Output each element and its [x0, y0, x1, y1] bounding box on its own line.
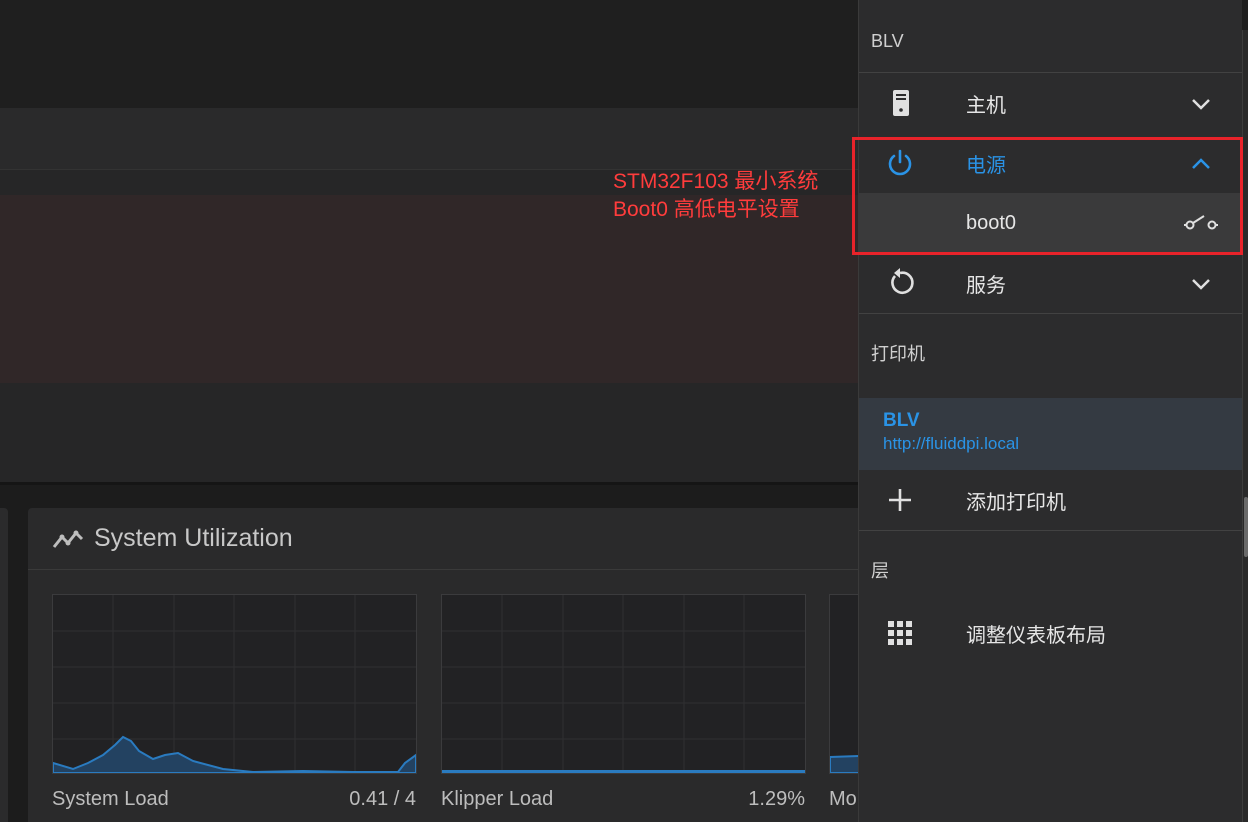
plus-icon — [889, 489, 911, 511]
app-root: System Utilization System Load 0.41 / 4 — [0, 0, 1248, 822]
system-utilization-card: System Utilization System Load 0.41 / 4 — [28, 508, 889, 822]
card-title: System Utilization — [94, 524, 293, 552]
section-header-printers: 打印机 — [871, 344, 925, 364]
scrollbar-thumb[interactable] — [1244, 497, 1248, 557]
section-header-host: BLV — [871, 31, 904, 51]
toolbar-strip — [0, 108, 860, 170]
section-header-layout: 层 — [871, 561, 889, 581]
card-header: System Utilization — [28, 508, 868, 570]
annotation-note: STM32F103 最小系统 Boot0 高低电平设置 — [613, 168, 818, 224]
server-icon — [893, 90, 909, 116]
printer-name: BLV — [883, 410, 920, 431]
grid-icon — [888, 621, 912, 645]
nav-item-host[interactable]: 主机 — [859, 73, 1242, 133]
adjust-layout-label: 调整仪表板布局 — [966, 624, 1106, 647]
memory-label: Mo — [829, 788, 857, 810]
nav-item-host-label: 主机 — [966, 94, 1006, 117]
restart-icon — [891, 268, 914, 294]
app-bar — [0, 0, 860, 108]
add-printer-button[interactable]: 添加打印机 — [859, 470, 1242, 530]
nav-drawer: BLV 主机 电源 boot0 服务 打印机 BLV http://fluidd… — [858, 0, 1242, 822]
nav-item-services-label: 服务 — [966, 274, 1006, 297]
add-printer-label: 添加打印机 — [966, 491, 1066, 514]
adjust-layout-button[interactable]: 调整仪表板布局 — [859, 603, 1242, 663]
printer-url: http://fluiddpi.local — [883, 434, 1020, 453]
klipper-load-plot — [441, 595, 806, 774]
system-load-value: 0.41 / 4 — [349, 788, 416, 810]
annotation-highlight-box — [852, 137, 1243, 255]
chart-line-icon — [52, 530, 84, 548]
klipper-load-value: 1.29% — [748, 788, 805, 810]
klipper-load-graph — [441, 594, 806, 774]
card-edge — [0, 508, 8, 822]
chevron-down-icon — [1192, 279, 1210, 290]
nav-item-services[interactable]: 服务 — [859, 253, 1242, 313]
annotation-line-1: STM32F103 最小系统 — [613, 170, 819, 193]
system-load-graph — [52, 594, 417, 774]
system-load-plot — [52, 595, 417, 774]
system-load-label: System Load — [52, 788, 169, 810]
klipper-load-label: Klipper Load — [441, 788, 554, 810]
printer-entry-blv[interactable]: BLV http://fluiddpi.local — [859, 398, 1242, 470]
annotation-line-2: Boot0 高低电平设置 — [613, 198, 800, 221]
chevron-down-icon — [1192, 99, 1210, 110]
